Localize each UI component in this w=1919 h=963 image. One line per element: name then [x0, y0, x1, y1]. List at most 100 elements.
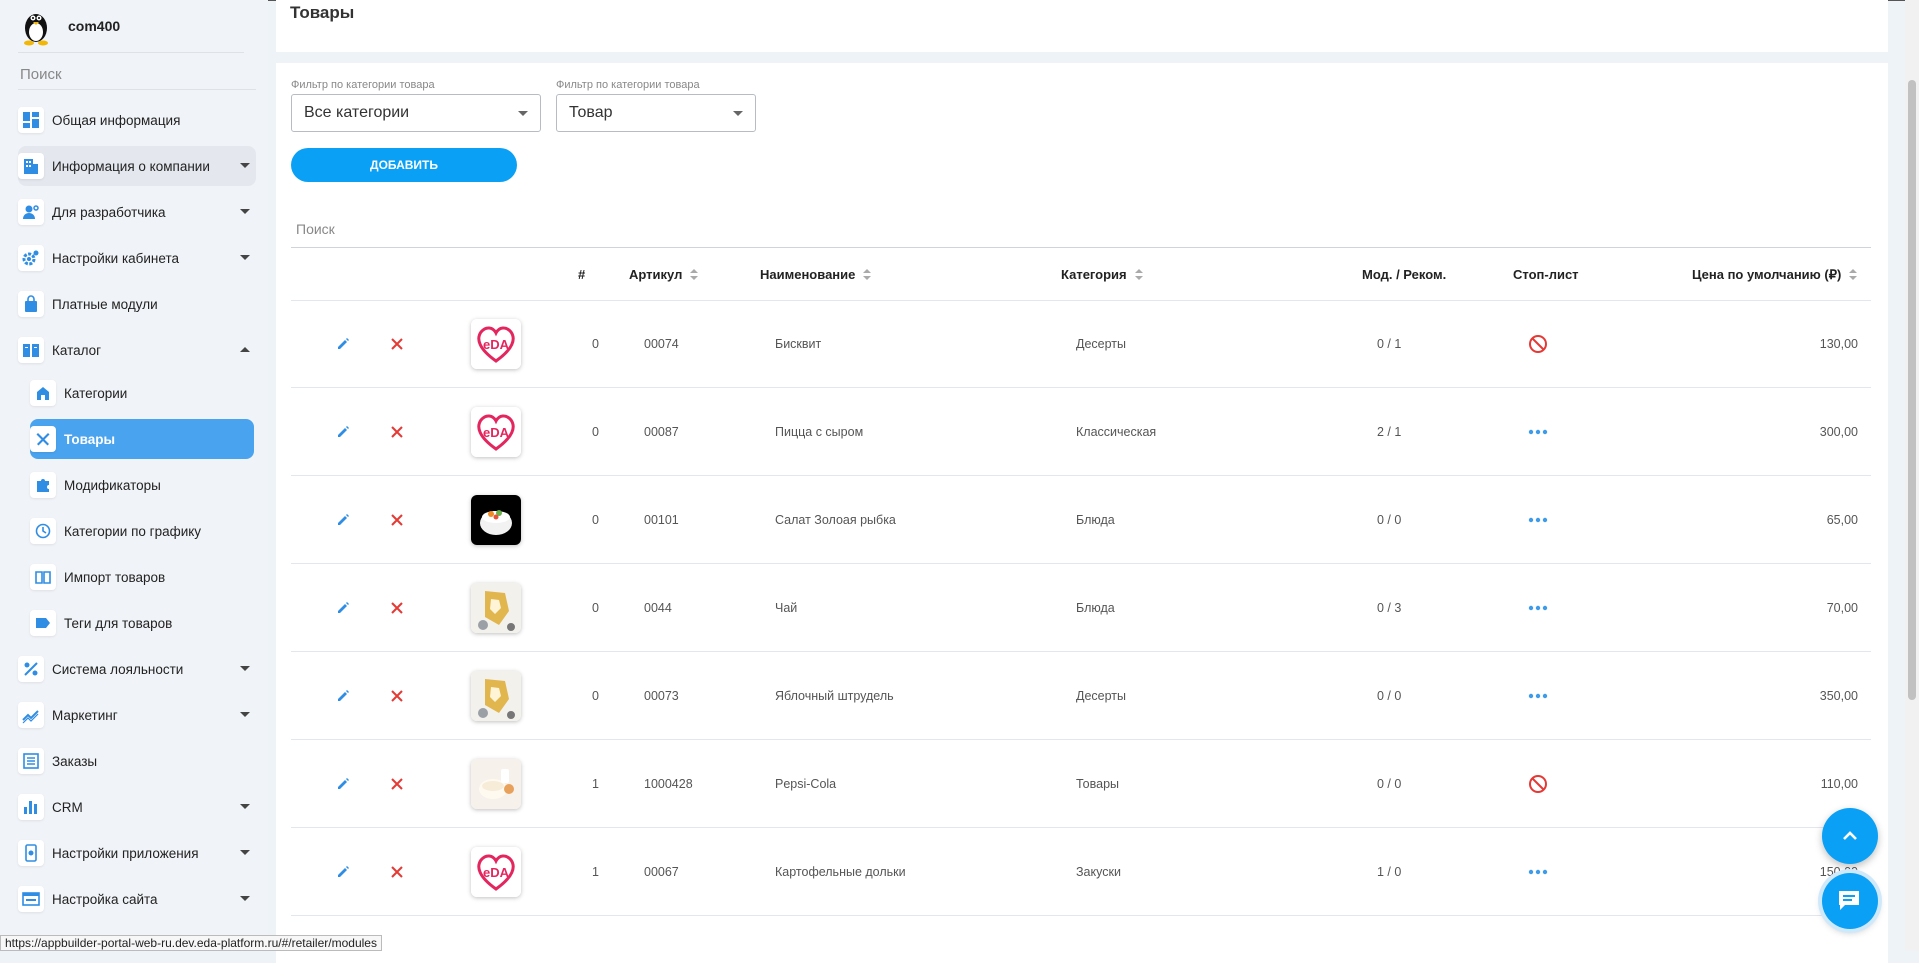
stoplist-toggle[interactable] [1528, 741, 1548, 827]
sidebar-item-marketing[interactable]: Маркетинг [18, 695, 256, 735]
chat-button[interactable] [1822, 873, 1878, 929]
row-mods-link[interactable]: 0 / 0 [1377, 653, 1401, 739]
table-search-input[interactable]: Поиск [296, 221, 335, 237]
scrollbar-thumb[interactable] [1908, 80, 1916, 700]
row-mods-link[interactable]: 0 / 0 [1377, 741, 1401, 827]
product-image: eDA [471, 847, 521, 897]
stoplist-toggle[interactable] [1528, 653, 1548, 739]
add-button[interactable]: ДОБАВИТЬ [291, 148, 517, 182]
profile-name: com400 [68, 18, 121, 34]
stoplist-toggle[interactable] [1528, 477, 1548, 563]
sidebar-item-scheduled-categories[interactable]: Категории по графику [30, 511, 254, 551]
sidebar-item-site-settings[interactable]: Настройка сайта [18, 879, 256, 919]
edit-button[interactable] [336, 829, 350, 915]
sidebar-item-general[interactable]: Общая информация [18, 100, 256, 140]
header-label: # [578, 267, 586, 282]
scroll-to-top-button[interactable] [1822, 808, 1878, 864]
delete-button[interactable] [391, 301, 403, 387]
sidebar-item-categories[interactable]: Категории [30, 373, 254, 413]
category-filter-select[interactable]: Все категории [291, 94, 541, 132]
stoplist-toggle[interactable] [1528, 389, 1548, 475]
sidebar: com400 Поиск Общая информация Информация… [0, 0, 268, 951]
pencil-icon [338, 690, 349, 701]
sidebar-item-orders[interactable]: Заказы [18, 741, 256, 781]
page-scrollbar[interactable] [1905, 0, 1919, 951]
table-row: 1 1000428 Pepsi-Cola Товары 0 / 0 110,00 [291, 741, 1871, 828]
divider [18, 89, 256, 90]
row-mods-link[interactable]: 1 / 0 [1377, 829, 1401, 915]
close-icon [391, 338, 403, 350]
product-image [471, 583, 521, 633]
product-thumbnail[interactable] [471, 565, 521, 651]
sidebar-item-developer[interactable]: Для разработчика [18, 192, 256, 232]
sidebar-item-products[interactable]: Товары [30, 419, 254, 459]
column-header-name[interactable]: Наименование [760, 267, 872, 282]
sidebar-search-input[interactable]: Поиск [20, 66, 62, 83]
row-sku: 00067 [644, 865, 679, 879]
sidebar-item-cabinet-settings[interactable]: Настройки кабинета [18, 238, 256, 278]
row-sku: 00087 [644, 425, 679, 439]
column-header-category[interactable]: Категория [1061, 267, 1143, 282]
sidebar-item-app-settings[interactable]: Настройки приложения [18, 833, 256, 873]
delete-button[interactable] [391, 741, 403, 827]
column-header-mods: Мод. / Реком. [1362, 267, 1446, 282]
sidebar-item-modifiers[interactable]: Модификаторы [30, 465, 254, 505]
chevron-down-icon [240, 896, 250, 901]
sidebar-item-company[interactable]: Информация о компании [18, 146, 256, 186]
delete-button[interactable] [391, 565, 403, 651]
pencil-icon [338, 426, 349, 437]
sidebar-item-crm[interactable]: CRM [18, 787, 256, 827]
edit-button[interactable] [336, 741, 350, 827]
sidebar-item-label: Импорт товаров [64, 569, 166, 585]
product-thumbnail[interactable] [471, 741, 521, 827]
row-mods-link[interactable]: 0 / 1 [1377, 301, 1401, 387]
delete-button[interactable] [391, 477, 403, 563]
close-icon [391, 602, 403, 614]
stoplist-toggle[interactable] [1528, 565, 1548, 651]
chevron-down-icon [240, 163, 250, 168]
header-label: Стоп-лист [1513, 267, 1579, 282]
sidebar-item-paid-modules[interactable]: Платные модули [18, 284, 256, 324]
delete-button[interactable] [391, 829, 403, 915]
row-price: 130,00 [1819, 337, 1858, 351]
row-sku: 00101 [644, 513, 679, 527]
row-mods-link[interactable]: 2 / 1 [1377, 389, 1401, 475]
row-name: Бисквит [775, 337, 822, 351]
sidebar-item-import-products[interactable]: Импорт товаров [30, 557, 254, 597]
column-header-sku[interactable]: Артикул [629, 267, 699, 282]
product-thumbnail[interactable]: eDA [471, 389, 521, 475]
row-mods-link[interactable]: 0 / 3 [1377, 565, 1401, 651]
column-header-price[interactable]: Цена по умолчанию (₽) [1692, 267, 1858, 283]
delete-button[interactable] [391, 389, 403, 475]
row-num: 0 [592, 689, 599, 703]
sidebar-item-loyalty[interactable]: Система лояльности [18, 649, 256, 689]
product-thumbnail[interactable]: eDA [471, 829, 521, 915]
product-thumbnail[interactable]: eDA [471, 301, 521, 387]
product-thumbnail[interactable] [471, 477, 521, 563]
type-filter-select[interactable]: Товар [556, 94, 756, 132]
edit-button[interactable] [336, 653, 350, 739]
close-icon [391, 866, 403, 878]
sidebar-item-product-tags[interactable]: Теги для товаров [30, 603, 254, 643]
header-label: Категория [1061, 267, 1127, 282]
stoplist-toggle[interactable] [1528, 829, 1548, 915]
more-dots-icon [1528, 517, 1548, 523]
row-name: Картофельные дольки [775, 865, 906, 879]
sidebar-item-label: Заказы [52, 753, 98, 769]
page-header: Товары [276, 0, 1888, 52]
sidebar-item-catalog[interactable]: Каталог [18, 330, 256, 370]
settings-gear-icon [18, 245, 44, 271]
row-mods-link[interactable]: 0 / 0 [1377, 477, 1401, 563]
stoplist-toggle[interactable] [1528, 301, 1548, 387]
edit-button[interactable] [336, 565, 350, 651]
edit-button[interactable] [336, 389, 350, 475]
row-price: 65,00 [1826, 513, 1858, 527]
delete-button[interactable] [391, 653, 403, 739]
profile[interactable]: com400 [18, 6, 120, 46]
svg-text:eDA: eDA [483, 337, 510, 352]
row-num: 0 [592, 513, 599, 527]
edit-button[interactable] [336, 477, 350, 563]
product-thumbnail[interactable] [471, 653, 521, 739]
edit-button[interactable] [336, 301, 350, 387]
list-icon [18, 748, 44, 774]
